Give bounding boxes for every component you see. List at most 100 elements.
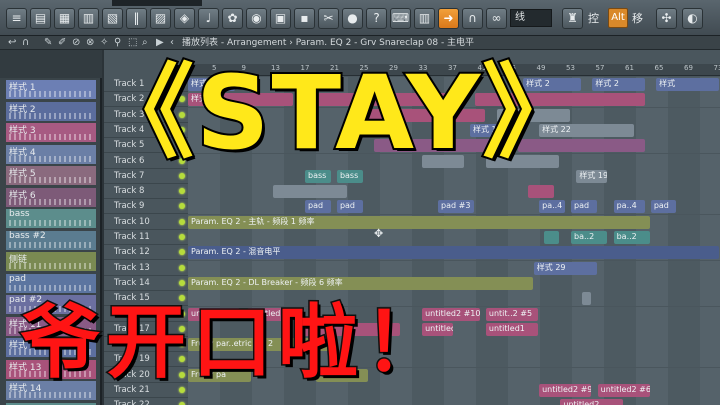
slip-icon[interactable]: ✧ <box>100 37 108 49</box>
pattern-item[interactable]: 样式 5 <box>6 166 96 185</box>
pattern-item[interactable]: 侧链 <box>6 252 96 271</box>
piano-roll-icon[interactable]: ▥ <box>78 8 99 29</box>
track-mute-led[interactable] <box>179 279 185 286</box>
playlist-clip[interactable]: ba..2 <box>613 231 650 244</box>
help-icon[interactable]: ? <box>366 8 387 29</box>
link-icon[interactable]: ∞ <box>486 8 507 29</box>
plugin-database-icon[interactable]: ✿ <box>222 8 243 29</box>
pattern-item[interactable]: 样式 1 <box>6 80 96 99</box>
mixer-icon[interactable]: ‖ <box>126 8 147 29</box>
alt-badge[interactable]: Alt <box>608 8 628 28</box>
track-mute-led[interactable] <box>179 172 185 179</box>
track-name[interactable]: Track 11 <box>114 232 150 242</box>
track-row: Track 9 pad pad pad #3 pa..4 pad pa..4 pad <box>104 199 720 215</box>
track-lane[interactable]: Param. EQ 2 - 混音电平 <box>188 245 720 261</box>
menu-arrow-icon[interactable]: ‹ <box>170 37 174 49</box>
pattern-item[interactable]: bass #2 <box>6 230 96 250</box>
playlist-clip[interactable]: Param. EQ 2 - DL Breaker - 频段 6 频率 <box>188 276 533 290</box>
playlist-clip[interactable] <box>544 231 560 244</box>
slice-icon[interactable]: ⚲ <box>114 37 121 49</box>
pattern-preview <box>9 220 93 226</box>
channel-rack-icon[interactable]: ▨ <box>150 8 171 29</box>
keyboard-icon[interactable]: ▥ <box>414 8 435 29</box>
playlist-clip[interactable] <box>528 185 555 199</box>
playlist-clip[interactable]: ba..2 <box>571 231 608 244</box>
track-mute-led[interactable] <box>179 188 185 195</box>
step-sequencer-icon[interactable]: ▦ <box>54 8 75 29</box>
pattern-item[interactable]: 样式 2 <box>6 101 96 121</box>
snap-select[interactable]: 线 <box>510 9 552 27</box>
undo-icon[interactable]: ↩ <box>8 37 16 49</box>
zoom-icon[interactable]: ⌕ <box>142 37 148 49</box>
track-mute-led[interactable] <box>179 203 185 210</box>
track-mute-led[interactable] <box>179 234 185 240</box>
playlist-clip[interactable]: pad <box>305 200 331 214</box>
track-mute-led[interactable] <box>179 264 185 271</box>
playlist-clip[interactable]: pad <box>336 200 363 214</box>
track-lane[interactable]: Param. EQ 2 - 主轨 - 频段 1 频率 <box>188 214 720 230</box>
track-lane[interactable]: Param. EQ 2 - DL Breaker - 频段 6 频率 <box>188 275 720 291</box>
playlist-clip[interactable] <box>273 185 347 199</box>
playback-icon[interactable]: ▶ <box>156 37 164 49</box>
breadcrumb: 播放列表 - Arrangement › Param. EQ 2 - Grv S… <box>182 38 475 48</box>
track-lane[interactable]: untitled2 <box>188 398 720 405</box>
track-name[interactable]: Track 14 <box>114 278 150 288</box>
record-icon[interactable]: ▣ <box>270 8 291 29</box>
track-lane[interactable]: ba..2 ba..2 <box>188 230 720 245</box>
mute-icon[interactable]: ⊗ <box>86 37 94 49</box>
playlist-clip[interactable]: Param. EQ 2 - 混音电平 <box>188 246 719 260</box>
stop-icon[interactable]: ◉ <box>246 8 267 29</box>
scissors-icon[interactable]: ✂ <box>318 8 339 29</box>
plugin-picker-icon[interactable]: ◈ <box>174 8 195 29</box>
pattern-item[interactable]: 样式 3 <box>6 123 96 142</box>
pattern-list-header <box>0 50 102 78</box>
track-name[interactable]: Track 8 <box>114 186 144 196</box>
render-icon[interactable]: ▪ <box>294 8 315 29</box>
playlist-icon[interactable]: ▤ <box>30 8 51 29</box>
track-lane[interactable] <box>188 184 720 200</box>
playlist-clip[interactable]: pa..4 <box>613 200 645 214</box>
pattern-item[interactable]: 样式 6 <box>6 187 96 207</box>
playlist-clip[interactable]: pad <box>650 200 677 214</box>
playlist-clip[interactable]: Param. EQ 2 - 主轨 - 频段 1 频率 <box>188 215 650 229</box>
track-name[interactable]: Track 9 <box>114 201 144 211</box>
playlist-clip[interactable]: pad <box>571 200 597 214</box>
pattern-item[interactable]: 样式 4 <box>6 144 96 164</box>
typing-keyboard-icon[interactable]: ⌨ <box>390 8 411 29</box>
fan-icon[interactable]: ✣ <box>656 8 677 29</box>
track-row: Track 14 Param. EQ 2 - DL Breaker - 频段 6 … <box>104 275 720 291</box>
microphone-icon[interactable]: ● <box>342 8 363 29</box>
playlist-clip[interactable] <box>581 292 592 306</box>
tempo-tapper-icon[interactable]: ♩ <box>198 8 219 29</box>
track-mute-led[interactable] <box>179 218 185 225</box>
pattern-item[interactable]: pad <box>6 273 96 293</box>
select-icon[interactable]: ⬚ <box>128 37 137 49</box>
track-name[interactable]: Track 13 <box>114 263 150 273</box>
track-name[interactable]: Track 12 <box>114 247 150 257</box>
playlist-clip[interactable]: pad #3 <box>438 200 475 214</box>
browser-icon[interactable]: ▧ <box>102 8 123 29</box>
track-lane[interactable]: pad pad pad #3 pa..4 pad pa..4 pad <box>188 199 720 215</box>
magnet-icon[interactable]: ∩ <box>22 37 29 49</box>
playlist-clip[interactable]: untitled2 #6 <box>597 384 650 397</box>
playlist-clip[interactable]: untit..2 #5 <box>485 307 539 321</box>
arrow-right-icon[interactable]: ➜ <box>438 8 459 29</box>
hint-icon[interactable]: ≡ <box>6 8 27 29</box>
magnet-icon[interactable]: ∩ <box>462 8 483 29</box>
track-lane[interactable]: 样式 29 <box>188 260 720 276</box>
playlist-clip[interactable]: pa..4 <box>539 200 565 214</box>
track-name[interactable]: Track 10 <box>114 217 150 227</box>
track-mute-led[interactable] <box>179 249 185 256</box>
track-name[interactable]: Track 22 <box>114 400 150 405</box>
playlist-clip[interactable]: untitled1 <box>485 322 539 336</box>
playlist-clip[interactable]: 样式 29 <box>533 261 597 275</box>
hat-icon[interactable]: ♜ <box>562 8 583 29</box>
playlist-clip[interactable]: untitled2 <box>560 399 624 405</box>
delete-icon[interactable]: ⊘ <box>72 37 80 49</box>
pattern-preview <box>9 198 93 205</box>
brush-icon[interactable]: ✐ <box>58 37 66 49</box>
speaker-icon[interactable]: ◐ <box>682 8 703 29</box>
pattern-item[interactable]: bass <box>6 209 96 228</box>
draw-icon[interactable]: ✎ <box>44 37 52 49</box>
playlist-clip[interactable]: untitled2 #9 <box>539 384 592 397</box>
